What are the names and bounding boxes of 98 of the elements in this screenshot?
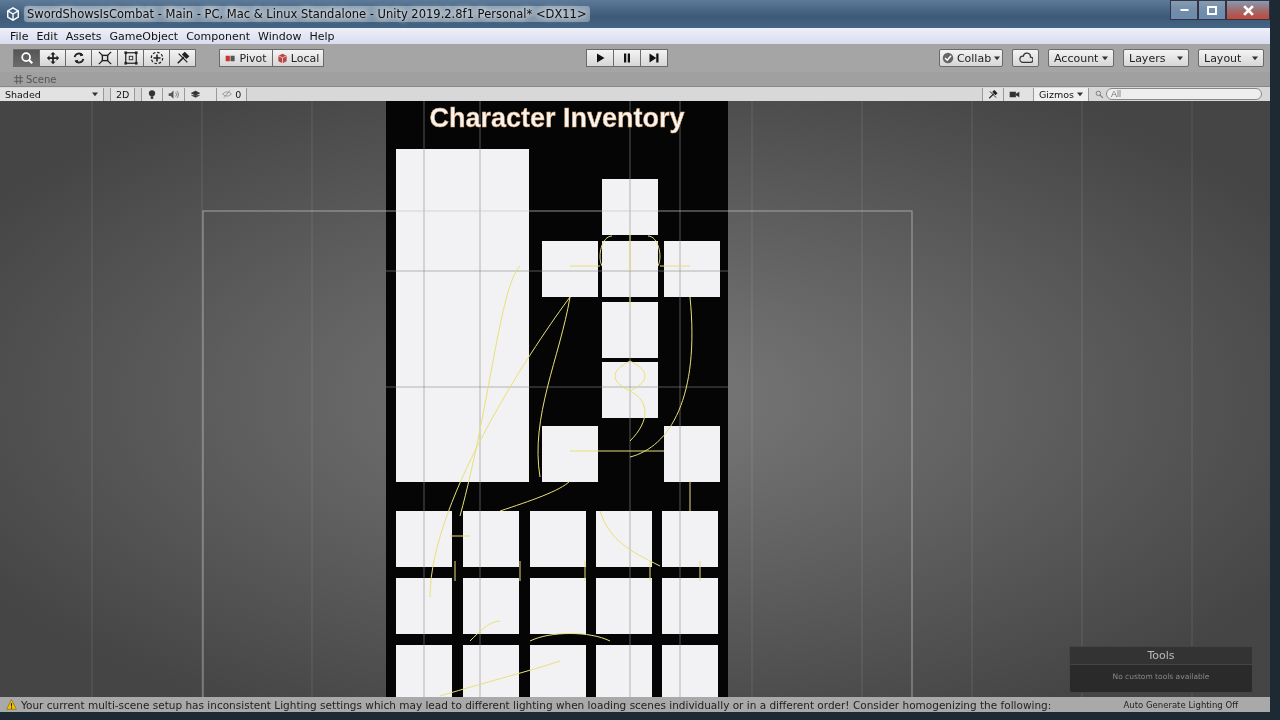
inventory-slot: [463, 578, 519, 634]
layers-icon: [190, 88, 202, 100]
menu-item[interactable]: File: [6, 29, 33, 43]
caret-icon: [994, 55, 1001, 61]
inventory-slot: [662, 645, 718, 697]
cloud-button[interactable]: [1012, 49, 1039, 67]
check-circle-icon: [941, 52, 954, 64]
menu-item[interactable]: Component: [182, 29, 254, 43]
inventory-slot: [602, 241, 658, 297]
grid-icon: [14, 74, 23, 84]
panel-title: Tools: [1070, 647, 1252, 665]
dropdown-button[interactable]: Layout: [1198, 49, 1264, 67]
inventory-slot: [602, 362, 658, 418]
caret-icon: [1102, 55, 1108, 61]
cube-icon: [276, 52, 288, 64]
menu-item[interactable]: GameObject: [105, 29, 183, 43]
menu-item[interactable]: Window: [254, 29, 306, 43]
pivot-button[interactable]: Pivot: [219, 49, 273, 67]
shading-dropdown[interactable]: Shaded: [0, 87, 104, 101]
gizmos-dropdown[interactable]: Gizmos: [1034, 87, 1089, 101]
caret-icon: [1252, 55, 1258, 61]
menu-item[interactable]: Edit: [32, 29, 62, 43]
caret-icon: [92, 91, 98, 97]
menu-item[interactable]: Help: [305, 29, 339, 43]
inventory-slot: [396, 645, 452, 697]
inventory-slot: [530, 511, 586, 567]
tool-button[interactable]: [91, 49, 118, 67]
tool-button[interactable]: [169, 49, 196, 67]
speaker-icon: [168, 88, 180, 100]
maximize-icon: [1207, 5, 1217, 15]
close-icon: [1242, 4, 1254, 16]
play-button[interactable]: [585, 49, 614, 67]
collab-button[interactable]: Collab: [939, 49, 1003, 67]
video-camera-button[interactable]: [1004, 87, 1034, 101]
canvas-title: Character Inventory: [429, 103, 685, 133]
inventory-slot: [664, 426, 720, 482]
tool-button[interactable]: [117, 49, 144, 67]
tools-icon: [988, 88, 998, 100]
caret-icon: [1177, 55, 1183, 61]
search-icon: [1095, 89, 1104, 99]
magnifier-icon: [19, 51, 34, 65]
inventory-slot: [396, 511, 452, 567]
tool-button[interactable]: [143, 49, 170, 67]
lighting-status[interactable]: Auto Generate Lighting Off: [1123, 699, 1238, 710]
tool-button[interactable]: [39, 49, 66, 67]
lightbulb-icon: [147, 88, 158, 100]
inventory-slot: [662, 578, 718, 634]
dropdown-button[interactable]: Layers: [1123, 49, 1189, 67]
tool-button[interactable]: [13, 49, 40, 67]
inventory-slot: [662, 511, 718, 567]
cloud-icon: [1018, 51, 1033, 65]
local-button[interactable]: Local: [272, 49, 324, 67]
navigation-line: [584, 560, 586, 582]
step-icon: [647, 52, 660, 64]
inventory-slot: [463, 645, 519, 697]
step-button[interactable]: [639, 49, 668, 67]
navigation-line: [629, 230, 631, 272]
lightbulb-button[interactable]: [141, 87, 164, 101]
logo-icon: [6, 7, 20, 21]
transform-icon: [149, 51, 164, 65]
hidden-objects-button[interactable]: 0: [217, 87, 248, 101]
hidden-eye-icon: [222, 89, 233, 99]
inventory-slot: [596, 645, 652, 697]
warning-icon: [6, 699, 17, 710]
dropdown-button[interactable]: Account: [1048, 49, 1114, 67]
mode-2d-toggle[interactable]: 2D: [110, 87, 136, 101]
scale-icon: [97, 51, 112, 65]
inventory-slot: [602, 302, 658, 358]
caret-icon: [1077, 91, 1083, 97]
inventory-slot: [664, 241, 720, 297]
inventory-slot: [596, 511, 652, 567]
close-button[interactable]: [1226, 0, 1270, 20]
navigation-line: [689, 480, 691, 512]
minimize-icon: [1179, 9, 1189, 11]
inventory-slot: [396, 578, 452, 634]
rect-tool-icon: [123, 51, 138, 65]
search-field[interactable]: All: [1106, 88, 1262, 100]
rotate-icon: [71, 51, 86, 65]
tools-button[interactable]: [982, 87, 1004, 101]
tools-icon: [175, 51, 190, 65]
inventory-slot: [596, 578, 652, 634]
maximize-button[interactable]: [1198, 0, 1226, 20]
navigation-line: [469, 620, 501, 642]
status-message[interactable]: Your current multi-scene setup has inconsistent Lighting settings which may lead to different lighting when loading scenes individually or in a different order! Consider homogenizing the following:: [21, 698, 1052, 711]
inventory-slot: [542, 426, 598, 482]
inventory-slot: [542, 241, 598, 297]
move-arrows-icon: [45, 51, 60, 65]
layers-button[interactable]: [185, 87, 218, 101]
speaker-button[interactable]: [163, 87, 186, 101]
inventory-slot: [530, 645, 586, 697]
menu-item[interactable]: Assets: [61, 29, 106, 43]
tool-button[interactable]: [65, 49, 92, 67]
inventory-slot: [602, 179, 658, 235]
pause-button[interactable]: [612, 49, 641, 67]
navigation-line: [699, 560, 701, 582]
inventory-slot: [463, 511, 519, 567]
minimize-button[interactable]: [1170, 0, 1198, 20]
inventory-slot: [530, 578, 586, 634]
